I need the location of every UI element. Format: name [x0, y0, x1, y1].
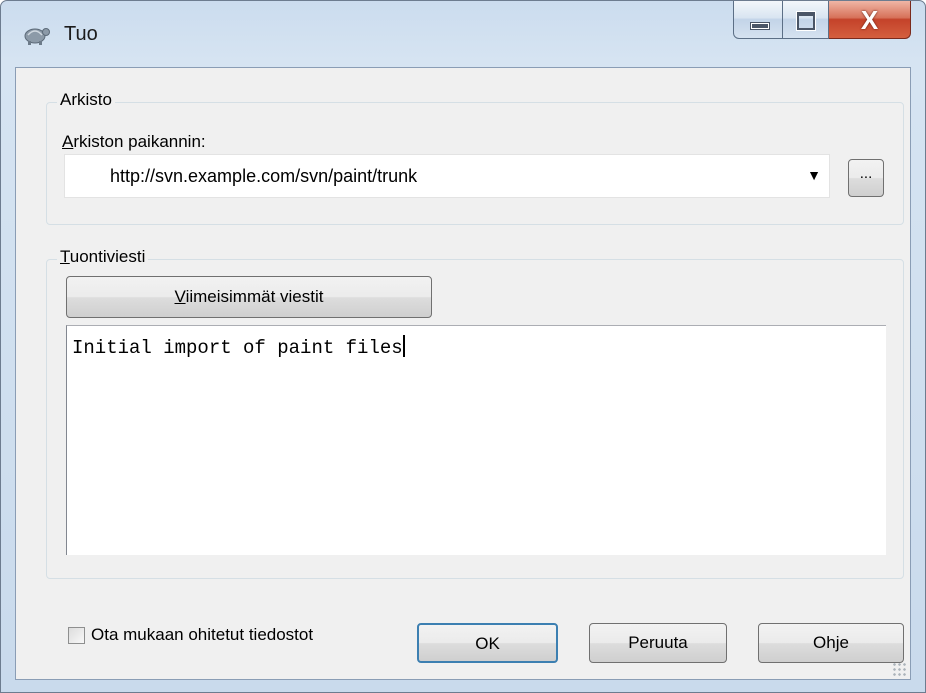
repository-url-label: Arkiston paikannin: [62, 132, 206, 152]
recent-messages-button[interactable]: Viimeisimmät viestit [66, 276, 432, 318]
recent-messages-button-text: iimeisimmät viestit [185, 287, 324, 306]
import-message-text[interactable]: Initial import of paint files [72, 335, 405, 359]
browse-repository-button[interactable]: ... [848, 159, 884, 197]
import-dialog-window: Tuo X Arkisto Arkiston paikannin: http:/… [0, 0, 926, 693]
minimize-button[interactable] [733, 1, 783, 39]
close-button[interactable]: X [829, 1, 911, 39]
include-ignored-checkbox[interactable] [68, 626, 85, 644]
recent-messages-button-accel: V [174, 287, 186, 306]
caption-buttons: X [733, 1, 911, 41]
import-message-group-label-text: uontiviesti [69, 247, 146, 266]
title-bar[interactable]: Tuo X [1, 1, 925, 67]
window-title: Tuo [64, 23, 98, 45]
include-ignored-label[interactable]: Ota mukaan ohitetut tiedostot [91, 625, 313, 645]
help-button[interactable]: Ohje [758, 623, 904, 663]
import-message-group-label-accel: T [60, 247, 70, 266]
ok-button[interactable]: OK [417, 623, 558, 663]
repository-url-label-accel: A [62, 132, 74, 151]
repository-url-label-text: rkiston paikannin: [73, 132, 206, 151]
minimize-icon [751, 23, 769, 29]
repository-url-combobox[interactable]: http://svn.example.com/svn/paint/trunk ▼ [64, 154, 830, 198]
import-message-value: Initial import of paint files [72, 337, 403, 359]
cancel-button[interactable]: Peruuta [589, 623, 727, 663]
import-message-textarea[interactable]: Initial import of paint files [66, 325, 886, 555]
import-message-group-label: Tuontiviesti [57, 247, 149, 267]
resize-grip[interactable] [892, 662, 906, 676]
maximize-button[interactable] [783, 1, 829, 39]
repository-url-value[interactable]: http://svn.example.com/svn/paint/trunk [110, 166, 417, 187]
include-ignored-checkbox-row[interactable]: Ota mukaan ohitetut tiedostot [68, 623, 313, 647]
close-icon: X [860, 5, 879, 35]
chevron-down-icon[interactable]: ▼ [807, 167, 821, 183]
tortoise-icon [24, 28, 50, 45]
text-caret [402, 335, 405, 357]
dialog-client-area: Arkisto Arkiston paikannin: http://svn.e… [15, 67, 911, 680]
repository-group-label: Arkisto [57, 90, 115, 110]
maximize-icon [797, 12, 815, 30]
